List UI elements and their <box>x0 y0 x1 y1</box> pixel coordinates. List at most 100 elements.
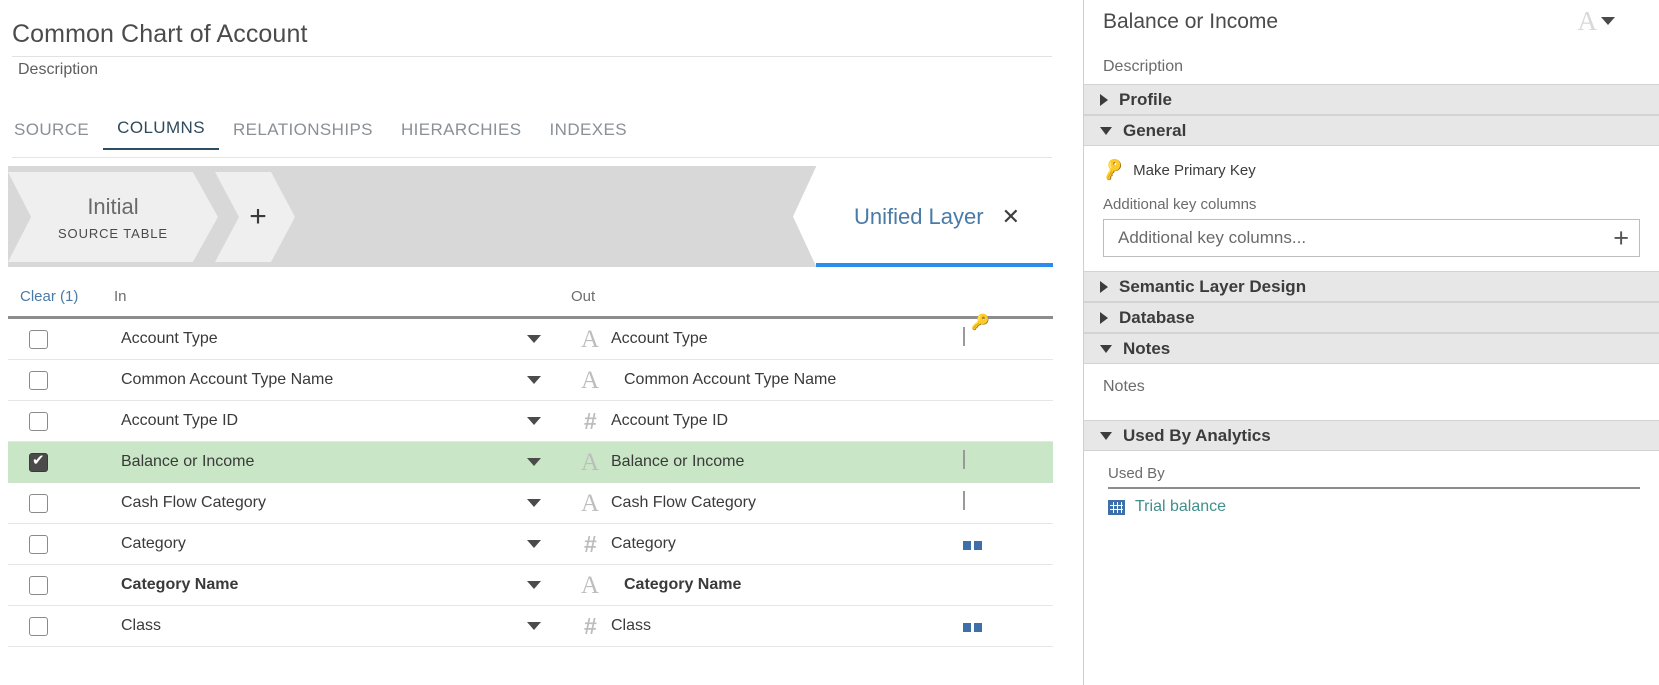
section-notes-label: Notes <box>1123 338 1171 358</box>
app-root: Common Chart of Account Description SOUR… <box>0 0 1659 685</box>
row-in-name: Cash Flow Category <box>121 494 266 511</box>
section-notes-body: Notes <box>1084 364 1659 420</box>
section-database-label: Database <box>1119 307 1195 327</box>
section-database[interactable]: Database <box>1084 302 1659 333</box>
list-item[interactable]: Trial balance <box>1108 498 1640 516</box>
section-general-body: 🔑 Make Primary Key Additional key column… <box>1084 146 1659 271</box>
row-dropdown-caret-icon[interactable] <box>527 458 541 466</box>
table-row[interactable]: Class # Class <box>8 606 1053 647</box>
string-type-icon: A <box>580 489 600 517</box>
add-layer-button[interactable]: + <box>215 172 295 262</box>
tab-bar: SOURCE COLUMNS RELATIONSHIPS HIERARCHIES… <box>12 118 641 150</box>
additional-key-columns-field[interactable]: + <box>1103 219 1640 257</box>
layer-chip-unified-label: Unified Layer <box>853 203 984 229</box>
row-checkbox[interactable] <box>29 493 48 513</box>
table-row[interactable]: Account Type ID # Account Type ID <box>8 401 1053 442</box>
chevron-right-icon <box>1100 280 1108 293</box>
row-out-name: Cash Flow Category <box>611 494 756 511</box>
row-checkbox[interactable] <box>29 451 48 472</box>
string-type-icon: A <box>1577 6 1598 36</box>
notes-input[interactable]: Notes <box>1103 378 1640 396</box>
row-dropdown-caret-icon[interactable] <box>527 540 541 548</box>
section-semantic-layer-design[interactable]: Semantic Layer Design <box>1084 271 1659 302</box>
additional-key-columns-input[interactable] <box>1116 227 1568 249</box>
inspector-pane: Balance or Income A Description Profile … <box>1083 0 1659 685</box>
columns-table-header: Clear (1) In Out <box>8 288 1053 316</box>
row-dropdown-caret-icon[interactable] <box>527 417 541 425</box>
row-checkbox[interactable] <box>29 575 48 595</box>
clear-selection-link[interactable]: Clear (1) <box>20 288 78 305</box>
row-checkbox[interactable] <box>29 534 48 554</box>
section-semantic-layer-design-label: Semantic Layer Design <box>1119 276 1307 296</box>
number-type-icon: # <box>583 530 597 557</box>
row-in-name: Account Type <box>121 330 218 347</box>
row-out-name: Class <box>611 617 652 634</box>
plus-icon: + <box>249 200 267 233</box>
key-table-icon: 🔑 <box>963 315 990 350</box>
string-type-icon: A <box>580 325 600 353</box>
title-divider <box>12 56 1052 57</box>
chevron-down-icon[interactable] <box>1601 17 1615 25</box>
blocks-icon <box>963 533 985 555</box>
chevron-down-icon <box>1100 126 1112 135</box>
make-primary-key-label: Make Primary Key <box>1133 161 1256 179</box>
table-row[interactable]: Cash Flow Category A Cash Flow Category <box>8 483 1053 524</box>
row-checkbox[interactable] <box>29 616 48 636</box>
active-layer-underline <box>816 263 1053 267</box>
row-dropdown-caret-icon[interactable] <box>527 499 541 507</box>
tab-columns[interactable]: COLUMNS <box>103 118 219 150</box>
chevron-down-icon <box>1100 344 1112 353</box>
make-primary-key-button[interactable]: 🔑 Make Primary Key <box>1100 157 1640 182</box>
section-used-by-analytics-body: Used By Trial balance <box>1084 451 1659 516</box>
table-row[interactable]: Balance or Income A Balance or Income <box>8 442 1053 483</box>
tab-indexes[interactable]: INDEXES <box>536 120 641 150</box>
layer-chip-initial[interactable]: Initial SOURCE TABLE <box>8 172 218 262</box>
string-type-icon: A <box>580 571 600 599</box>
columns-table: Clear (1) In Out Account Type A Account Ty… <box>8 288 1053 647</box>
main-content-pane: Common Chart of Account Description SOUR… <box>0 0 1083 685</box>
row-dropdown-caret-icon[interactable] <box>527 622 541 630</box>
blocks-icon <box>963 615 985 637</box>
row-dropdown-caret-icon[interactable] <box>527 335 541 343</box>
section-profile[interactable]: Profile <box>1084 84 1659 115</box>
close-icon[interactable]: ✕ <box>1002 204 1020 230</box>
page-description-field[interactable]: Description <box>18 61 98 79</box>
table-row[interactable]: Category # Category <box>8 524 1053 565</box>
inspector-description-field[interactable]: Description <box>1103 58 1183 76</box>
table-icon <box>963 491 985 514</box>
row-in-name: Category Name <box>121 576 239 593</box>
row-out-name: Balance or Income <box>611 453 745 470</box>
section-used-by-analytics[interactable]: Used By Analytics <box>1084 420 1659 451</box>
columns-table-body: Account Type A Account Type 🔑 Common Account… <box>8 315 1053 647</box>
row-checkbox[interactable] <box>29 411 48 431</box>
table-row[interactable]: Common Account Type Name A Common Account … <box>8 360 1053 401</box>
used-by-item-label[interactable]: Trial balance <box>1135 498 1226 516</box>
row-out-name: Category Name <box>624 576 742 593</box>
tab-relationships[interactable]: RELATIONSHIPS <box>219 120 387 150</box>
layer-chip-initial-title: Initial <box>87 193 139 219</box>
layer-chip-unified[interactable]: Unified Layer ✕ <box>793 166 1053 267</box>
section-general[interactable]: General <box>1084 115 1659 146</box>
tab-hierarchies[interactable]: HIERARCHIES <box>387 120 536 150</box>
tab-bar-divider <box>12 157 1052 158</box>
column-header-in: In <box>114 288 127 305</box>
row-in-name: Account Type ID <box>121 412 239 429</box>
row-out-name: Account Type ID <box>611 412 729 429</box>
row-checkbox[interactable] <box>29 329 48 349</box>
tab-source[interactable]: SOURCE <box>12 120 103 150</box>
row-checkbox[interactable] <box>29 370 48 390</box>
row-dropdown-caret-icon[interactable] <box>527 376 541 384</box>
string-type-icon: A <box>580 448 600 476</box>
chevron-right-icon <box>1100 93 1108 106</box>
row-out-name: Common Account Type Name <box>624 371 837 388</box>
number-type-icon: # <box>583 407 597 434</box>
section-notes[interactable]: Notes <box>1084 333 1659 364</box>
table-row[interactable]: Category Name A Category Name <box>8 565 1053 606</box>
string-type-icon: A <box>580 366 600 394</box>
number-type-icon: # <box>583 612 597 639</box>
row-dropdown-caret-icon[interactable] <box>527 581 541 589</box>
table-row[interactable]: Account Type A Account Type 🔑 <box>8 315 1053 360</box>
page-title: Common Chart of Account <box>12 20 308 48</box>
table-icon <box>963 450 985 473</box>
add-key-column-button[interactable]: + <box>1613 224 1629 252</box>
